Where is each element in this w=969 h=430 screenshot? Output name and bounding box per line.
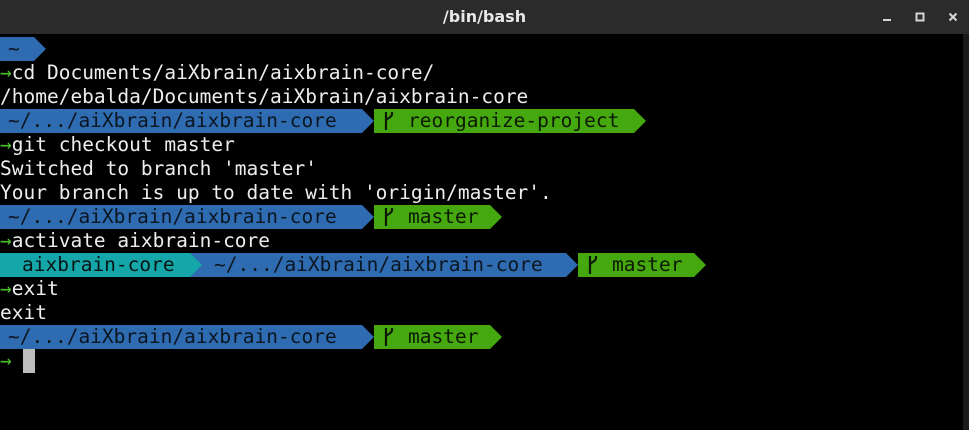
output-line: /home/ebalda/Documents/aiXbrain/aixbrain… — [0, 85, 529, 108]
active-command-line[interactable]: → — [0, 349, 12, 373]
close-button[interactable] — [936, 0, 969, 34]
git-branch-label: reorganize-project — [408, 109, 620, 132]
git-branch-icon — [588, 256, 598, 274]
prompt-dir-segment: ~/.../aiXbrain/aixbrain-core — [0, 325, 362, 349]
output-line: Your branch is up to date with 'origin/m… — [0, 181, 552, 204]
prompt-dir-label: ~/.../aiXbrain/aixbrain-core — [8, 205, 337, 228]
git-branch-label: master — [408, 205, 479, 228]
git-branch-label: master — [612, 253, 683, 276]
command-line: →git checkout master — [0, 133, 235, 157]
command-line: →activate aixbrain-core — [0, 229, 270, 253]
title-bar: /bin/bash — [0, 0, 969, 34]
command-text: cd Documents/aiXbrain/aixbrain-core/ — [11, 61, 435, 84]
prompt-end-cap — [490, 205, 502, 229]
prompt-dir-segment: ~/.../aiXbrain/aixbrain-core — [190, 253, 566, 277]
prompt-end-cap — [490, 325, 502, 349]
output-line: exit — [0, 301, 47, 324]
terminal-scrollbar[interactable] — [963, 34, 969, 430]
command-text: git checkout master — [11, 133, 235, 156]
minimize-icon — [883, 19, 891, 21]
git-branch-icon — [384, 328, 394, 346]
prompt-git-segment: master — [578, 253, 694, 277]
prompt-git-segment: master — [374, 325, 490, 349]
command-text: activate aixbrain-core — [11, 229, 271, 252]
text-cursor — [23, 349, 35, 373]
prompt-separator — [566, 253, 578, 277]
prompt-separator — [34, 37, 46, 61]
git-branch-icon — [384, 112, 394, 130]
prompt-git-segment: master — [374, 205, 490, 229]
prompt-dir-label: ~/.../aiXbrain/aixbrain-core — [214, 253, 543, 276]
close-icon — [948, 12, 958, 22]
prompt-end-cap — [694, 253, 706, 277]
prompt-arrow-icon: → — [0, 277, 12, 300]
prompt-arrow-icon: → — [0, 229, 12, 252]
prompt-git-segment: reorganize-project — [374, 109, 634, 133]
prompt-env-segment: aixbrain-core — [0, 253, 190, 277]
home-dir-label: ~ — [8, 37, 20, 60]
prompt-dir-label: ~/.../aiXbrain/aixbrain-core — [8, 109, 337, 132]
prompt-separator — [362, 109, 374, 133]
maximize-button[interactable] — [903, 0, 937, 34]
prompt-separator — [190, 253, 202, 277]
output-line: Switched to branch 'master' — [0, 157, 317, 180]
window-title: /bin/bash — [442, 7, 527, 26]
command-text: exit — [11, 277, 59, 300]
prompt-arrow-icon: → — [0, 61, 12, 84]
prompt-env-label: aixbrain-core — [22, 253, 175, 276]
minimize-button[interactable] — [870, 0, 904, 34]
maximize-icon — [915, 12, 925, 22]
git-branch-icon — [384, 208, 394, 226]
prompt-dir-segment: ~/.../aiXbrain/aixbrain-core — [0, 205, 362, 229]
prompt-end-cap — [634, 109, 646, 133]
prompt-dir-segment: ~/.../aiXbrain/aixbrain-core — [0, 109, 362, 133]
prompt-arrow-icon: → — [0, 349, 12, 372]
prompt-dir-segment: ~ — [0, 37, 34, 61]
prompt-arrow-icon: → — [0, 133, 12, 156]
prompt-dir-label: ~/.../aiXbrain/aixbrain-core — [8, 325, 337, 348]
prompt-separator — [362, 325, 374, 349]
command-line: →cd Documents/aiXbrain/aixbrain-core/ — [0, 61, 434, 85]
prompt-separator — [362, 205, 374, 229]
command-line: →exit — [0, 277, 59, 301]
git-branch-label: master — [408, 325, 479, 348]
